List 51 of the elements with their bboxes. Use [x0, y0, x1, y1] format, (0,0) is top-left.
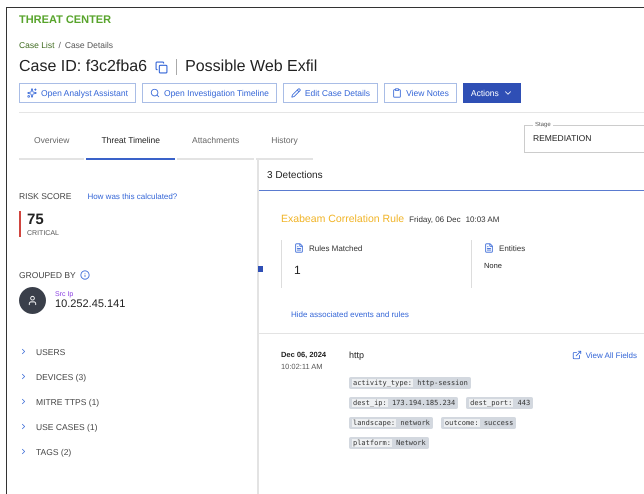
- copy-icon[interactable]: [155, 60, 168, 74]
- rule-date: Friday, 06 Dec: [409, 215, 461, 224]
- tab[interactable]: Attachments: [177, 122, 254, 160]
- user-avatar: [19, 287, 46, 314]
- chevron-right-icon: [19, 422, 28, 431]
- chevron-right-icon: [19, 347, 28, 356]
- breadcrumb-item[interactable]: Case List: [19, 40, 54, 50]
- calculation-link[interactable]: How was this calculated?: [87, 192, 178, 200]
- external-link-icon: [572, 350, 582, 360]
- tab[interactable]: History: [256, 122, 313, 160]
- toolbar-button[interactable]: View Notes: [384, 83, 457, 103]
- stat-label: Entities: [499, 244, 526, 252]
- entity-value: 10.252.45.141: [55, 298, 126, 310]
- toolbar-button[interactable]: Open Analyst Assistant: [19, 83, 136, 103]
- chevron-right-icon: [19, 372, 28, 381]
- case-id: Case ID: f3c2fba6: [19, 58, 148, 76]
- toolbar-button[interactable]: Open Investigation Timeline: [142, 83, 277, 103]
- toolbar-button[interactable]: Edit Case Details: [282, 83, 378, 103]
- pencil-icon: [290, 88, 301, 98]
- section-toggle[interactable]: MITRE TTPS (1): [19, 394, 257, 409]
- risk-score-label: RISK SCORE: [19, 191, 72, 201]
- document-icon: [294, 243, 304, 253]
- stat-label: Rules Matched: [309, 244, 362, 252]
- hide-events-link[interactable]: Hide associated events and rules: [291, 310, 644, 319]
- section-toggle[interactable]: TAGS (2): [19, 444, 257, 459]
- clipboard-icon: [392, 88, 402, 98]
- tab[interactable]: Overview: [19, 122, 84, 160]
- score-value: 75: [27, 211, 45, 228]
- search-icon: [150, 88, 160, 98]
- section-toggle[interactable]: USERS: [19, 344, 257, 359]
- case-title: Possible Web Exfil: [185, 58, 318, 76]
- breadcrumb-separator: /: [58, 40, 61, 50]
- rule-title: Exabeam Correlation Rule: [281, 213, 404, 225]
- event-name: http: [349, 350, 364, 360]
- app-title: THREAT CENTER: [19, 14, 112, 28]
- toolbar-button[interactable]: Actions: [462, 83, 521, 103]
- breadcrumb-item: Case Details: [64, 40, 113, 50]
- sparkles-icon: [27, 88, 37, 98]
- section-toggle[interactable]: USE CASES (1): [19, 419, 257, 434]
- rule-time: 10:03 AM: [466, 215, 500, 224]
- section-toggle[interactable]: DEVICES (3): [19, 369, 257, 384]
- chevron-right-icon: [19, 447, 28, 456]
- detections-title: 3 Detections: [259, 160, 644, 191]
- grouped-by-label: GROUPED BY: [19, 270, 76, 280]
- stat-value: 1: [294, 263, 302, 277]
- view-all-fields-link[interactable]: View All Fields: [572, 350, 637, 360]
- info-icon[interactable]: [80, 270, 90, 280]
- tab[interactable]: Threat Timeline: [86, 122, 176, 160]
- document-icon: [484, 243, 494, 253]
- chevron-right-icon: [19, 397, 28, 406]
- timeline-marker: [258, 266, 263, 272]
